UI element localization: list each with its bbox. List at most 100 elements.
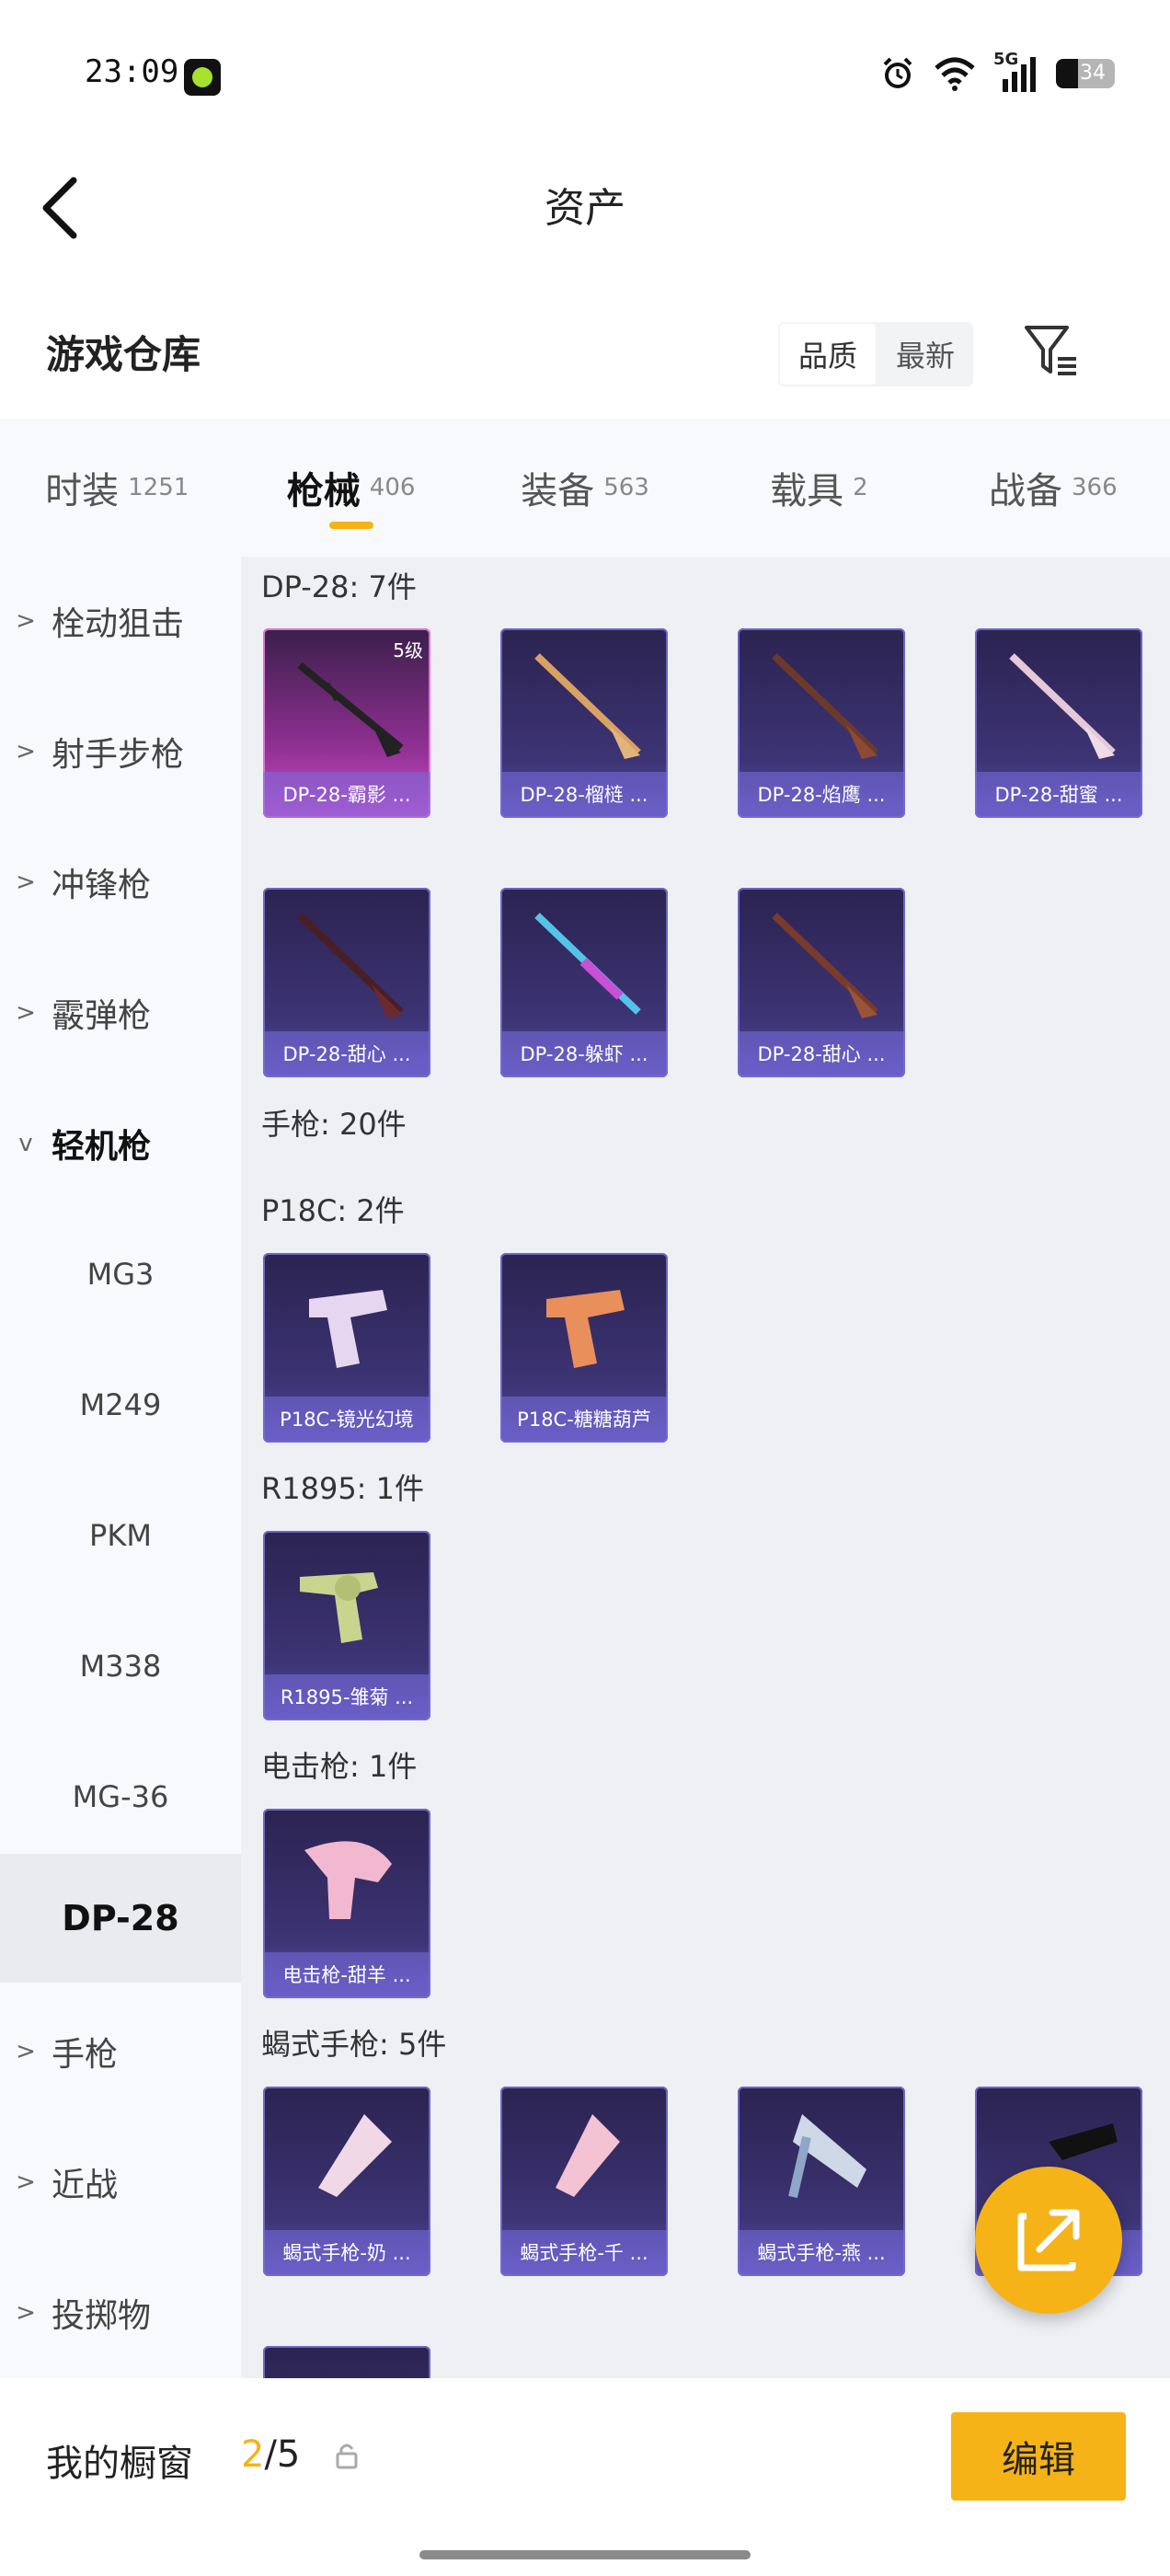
rifle-icon (1009, 653, 1116, 759)
item-name: DP-28-榴梿 ... (500, 772, 668, 818)
item-card[interactable]: 电击枪-甜羊 ... (263, 1809, 430, 1998)
sidebar-item-lmg[interactable]: v 轻机枪 (0, 1079, 241, 1208)
sidebar-item-marksman-rifle[interactable]: > 射手步枪 (0, 687, 241, 816)
sidebar-item-bolt-sniper[interactable]: > 栓动狙击 (0, 557, 241, 685)
group-title: P18C: 2件 (261, 1193, 405, 1228)
status-time: 23:09 (85, 53, 179, 90)
sidebar-item-label: M338 (79, 1649, 162, 1684)
item-card[interactable]: DP-28-焰鹰 ... (738, 628, 905, 818)
item-name: DP-28-霸影 ... (263, 772, 430, 818)
rifle-icon (534, 653, 641, 759)
sidebar-subitem-m338[interactable]: M338 (0, 1602, 241, 1731)
item-name: P18C-糖糖葫芦 (500, 1397, 668, 1443)
taser-icon (304, 1841, 392, 1919)
tab-count: 406 (369, 474, 416, 501)
sort-latest-button[interactable]: 最新 (878, 322, 973, 386)
sidebar-item-label: 投掷物 (52, 2297, 152, 2335)
smg-icon (788, 2114, 866, 2199)
sidebar-subitem-pkm[interactable]: PKM (0, 1471, 241, 1600)
sidebar-item-shotgun[interactable]: > 霰弹枪 (0, 949, 241, 1077)
smg-icon (318, 2114, 392, 2197)
sidebar-item-pistol[interactable]: > 手枪 (0, 1987, 241, 2116)
tab-supplies[interactable]: 战备 366 (936, 419, 1170, 557)
sort-quality-button[interactable]: 品质 (778, 322, 878, 386)
sort-toggle: 品质 最新 (778, 322, 973, 386)
smg-icon (556, 2114, 620, 2197)
chevron-right-icon: > (16, 868, 36, 896)
group-title: 电击枪: 1件 (261, 1749, 418, 1784)
cellular-signal-icon: 5G (993, 50, 1039, 94)
item-name: 电击枪-甜羊 ... (263, 1952, 430, 1998)
sidebar-subitem-mg3[interactable]: MG3 (0, 1210, 241, 1339)
item-card[interactable]: 蝎式手枪-燕 ... (738, 2087, 905, 2276)
item-name: DP-28-甜蜜 ... (975, 772, 1142, 818)
chevron-right-icon: > (16, 607, 36, 635)
item-card[interactable]: 蝎式手枪-千 ... (500, 2087, 668, 2276)
item-name: DP-28-甜心 ... (263, 1031, 430, 1077)
item-name: R1895-雏菊 ... (263, 1674, 430, 1720)
chevron-right-icon: > (16, 999, 36, 1027)
pistol-icon (309, 1290, 387, 1368)
rifle-icon (534, 913, 641, 1015)
showcase-total: /5 (264, 2433, 301, 2476)
sidebar-subitem-m249[interactable]: M249 (0, 1340, 241, 1469)
item-card[interactable]: P18C-糖糖葫芦 (500, 1253, 668, 1443)
rifle-icon (772, 653, 878, 759)
showcase-current: 2 (241, 2433, 265, 2476)
share-fab-button[interactable] (975, 2167, 1122, 2314)
item-card[interactable]: 蝎式手枪-奶 ... (263, 2087, 430, 2276)
tab-label: 枪械 (286, 470, 361, 512)
item-card[interactable]: R1895-雏菊 ... (263, 1531, 430, 1720)
home-indicator[interactable] (419, 2550, 751, 2559)
sidebar-subitem-dp28[interactable]: DP-28 (0, 1854, 241, 1983)
item-name: DP-28-焰鹰 ... (738, 772, 905, 818)
page-title: 资产 (545, 185, 625, 232)
edit-button[interactable]: 编辑 (951, 2412, 1126, 2501)
sidebar-item-throwables[interactable]: > 投掷物 (0, 2248, 241, 2377)
item-grid: DP-28: 7件 5级 DP-28-霸影 ... DP-28-榴梿 ... D… (241, 557, 1170, 2378)
item-card[interactable]: DP-28-甜心 ... (263, 888, 430, 1077)
tab-equipment[interactable]: 装备 563 (468, 419, 702, 557)
group-title: 手枪: 20件 (261, 1107, 407, 1142)
sidebar-item-label: MG-36 (72, 1779, 169, 1814)
item-card[interactable]: 5级 DP-28-霸影 ... (263, 628, 430, 818)
item-card[interactable]: P18C-镜光幻境 (263, 1253, 430, 1443)
battery-icon: 34 (1056, 59, 1115, 88)
share-external-icon (1017, 2209, 1080, 2271)
sidebar-item-smg[interactable]: > 冲锋枪 (0, 818, 241, 947)
sidebar-item-label: 栓动狙击 (52, 605, 185, 643)
weapon-category-sidebar: > 栓动狙击 > 射手步枪 > 冲锋枪 > 霰弹枪 v 轻机枪 MG3 M249 PKM … (0, 557, 241, 2378)
tab-firearms[interactable]: 枪械 406 (234, 419, 467, 557)
sidebar-item-label: 射手步枪 (52, 736, 185, 774)
item-card[interactable] (263, 2346, 430, 2378)
item-name: 蝎式手枪-奶 ... (263, 2230, 430, 2276)
sidebar-subitem-mg36[interactable]: MG-36 (0, 1732, 241, 1861)
item-card[interactable]: DP-28-甜心 ... (738, 888, 905, 1077)
chevron-right-icon: > (16, 2038, 36, 2065)
chevron-right-icon: > (16, 2168, 36, 2196)
sidebar-item-label: MG3 (86, 1257, 155, 1292)
item-name: 蝎式手枪-千 ... (500, 2230, 668, 2276)
item-name: DP-28-甜心 ... (738, 1031, 905, 1077)
sidebar-item-label: 轻机枪 (52, 1128, 152, 1166)
revolver-icon (300, 1572, 378, 1643)
sidebar-item-melee[interactable]: > 近战 (0, 2118, 241, 2247)
filter-icon[interactable] (1021, 322, 1080, 381)
tab-count: 1251 (128, 474, 189, 501)
tab-label: 战备 (989, 470, 1062, 512)
tab-vehicles[interactable]: 载具 2 (702, 419, 935, 557)
showcase-label: 我的橱窗 (46, 2443, 193, 2485)
tab-fashion[interactable]: 时装 1251 (0, 419, 234, 557)
chevron-right-icon: > (16, 738, 36, 765)
warehouse-title: 游戏仓库 (46, 332, 201, 377)
category-tabs: 时装 1251 枪械 406 装备 563 载具 2 战备 366 (0, 419, 1170, 557)
tab-label: 时装 (45, 470, 120, 512)
item-card[interactable]: DP-28-甜蜜 ... (975, 628, 1142, 818)
chevron-down-icon: v (18, 1130, 33, 1157)
group-title: DP-28: 7件 (261, 569, 417, 604)
item-name: P18C-镜光幻境 (263, 1397, 430, 1443)
item-card[interactable]: DP-28-榴梿 ... (500, 628, 668, 818)
item-card[interactable]: DP-28-躲虾 ... (500, 888, 668, 1077)
lock-icon (336, 2444, 358, 2469)
sidebar-item-label: M249 (79, 1387, 162, 1422)
